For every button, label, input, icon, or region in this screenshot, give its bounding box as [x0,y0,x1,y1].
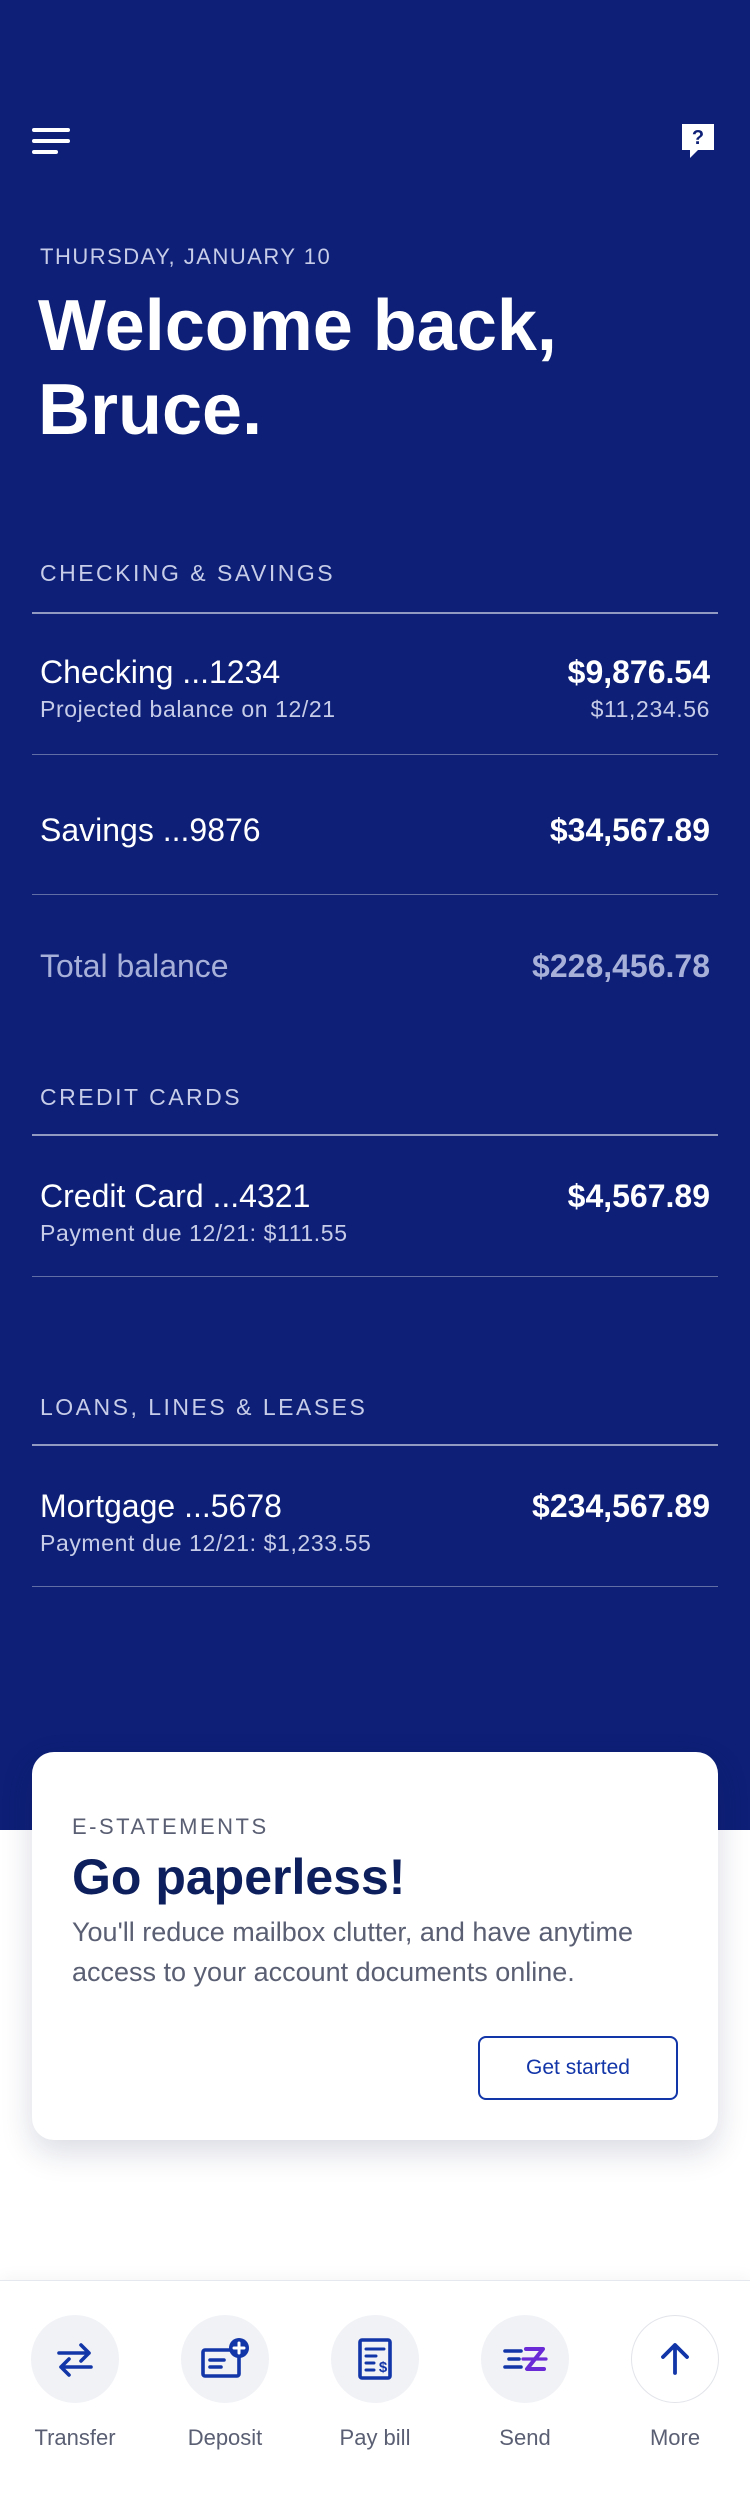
card-title: Go paperless! [72,1849,406,1905]
row-divider [32,894,718,895]
account-row-mortgage[interactable]: Mortgage ...5678 Payment due 12/21: $1,2… [0,1446,750,1556]
total-balance-label: Total balance [40,948,229,984]
account-balance: $9,876.54 [567,654,710,690]
tab-more[interactable]: More [600,2315,750,2475]
svg-text:?: ? [692,127,704,149]
tab-label: More [649,2425,701,2450]
account-subtext: Payment due 12/21: $1,233.55 [40,1530,372,1556]
account-row-credit-card[interactable]: Credit Card ...4321 Payment due 12/21: $… [0,1136,750,1246]
account-name: Credit Card ...4321 [40,1178,311,1214]
tab-label: Transfer [34,2425,116,2450]
tab-label: Deposit [187,2425,263,2450]
account-row-checking[interactable]: Checking ...1234 Projected balance on 12… [0,614,750,724]
get-started-button[interactable]: Get started [478,2036,678,2100]
card-body: You'll reduce mailbox clutter, and have … [72,1917,633,1987]
hero-panel: ? THURSDAY, JANUARY 10 Welcome back, Bru… [0,0,750,1830]
tab-deposit[interactable]: Deposit [150,2315,300,2475]
tab-label: Pay bill [339,2425,411,2450]
svg-text:$: $ [379,2359,388,2376]
menu-icon[interactable] [32,128,70,156]
account-balance: $34,567.89 [549,812,710,848]
e-statements-card: E-STATEMENTS Go paperless! You'll reduce… [32,1752,718,2140]
arrow-up-icon [631,2315,719,2403]
account-balance: $234,567.89 [532,1488,710,1524]
loans-heading: LOANS, LINES & LEASES [40,1394,368,1420]
bottom-action-bar: Transfer Deposit $ Pay bill Send More [0,2280,750,2500]
account-name: Savings ...9876 [40,812,261,848]
account-subtext: Projected balance on 12/21 [40,696,336,722]
account-name: Checking ...1234 [40,654,281,690]
projected-balance: $11,234.56 [590,696,710,722]
account-row-savings[interactable]: Savings ...9876 $34,567.89 [0,760,750,870]
tab-send[interactable]: Send [450,2315,600,2475]
help-chat-icon[interactable]: ? [678,120,718,160]
account-balance: $4,567.89 [567,1178,710,1214]
row-divider [32,754,718,755]
send-icon [481,2315,569,2403]
tab-label: Send [499,2425,551,2450]
welcome-heading: Welcome back, Bruce. [38,286,557,450]
current-date: THURSDAY, JANUARY 10 [40,244,332,269]
tab-transfer[interactable]: Transfer [0,2315,150,2475]
total-balance-amount: $228,456.78 [532,948,710,984]
row-divider [32,1586,718,1587]
transfer-icon [31,2315,119,2403]
tab-pay-bill[interactable]: $ Pay bill [300,2315,450,2475]
deposit-icon [181,2315,269,2403]
card-eyebrow: E-STATEMENTS [72,1814,269,1839]
account-name: Mortgage ...5678 [40,1488,282,1524]
pay-bill-icon: $ [331,2315,419,2403]
row-divider [32,1276,718,1277]
checking-savings-heading: CHECKING & SAVINGS [40,560,336,586]
account-subtext: Payment due 12/21: $111.55 [40,1220,348,1246]
credit-cards-heading: CREDIT CARDS [40,1084,243,1110]
